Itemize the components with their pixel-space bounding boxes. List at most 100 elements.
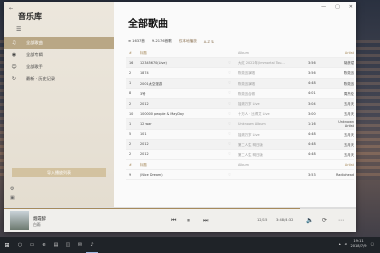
- sidebar-item-all-artists[interactable]: ☺ 全部歌手: [4, 61, 114, 73]
- next-icon[interactable]: ⏭: [203, 217, 208, 225]
- track-number: 2: [129, 101, 132, 106]
- song-title: 12 war: [140, 121, 152, 126]
- table-row[interactable]: 5 101 ♡ 摇滚万岁 Live 4:48 五月天: [126, 130, 354, 140]
- song-album: 大红 2022年(Immortal Tou...: [238, 61, 285, 66]
- progress-bar[interactable]: [4, 208, 356, 209]
- sidebar-item-label: 全部专辑: [26, 52, 43, 57]
- back-arrow-icon[interactable]: ←: [9, 6, 13, 12]
- playback-time: 3:48/4:32: [276, 218, 294, 222]
- sidebar-item-history[interactable]: ↻ 最新 · 历史记录: [4, 73, 114, 85]
- speaker-icon[interactable]: ◂: [345, 242, 347, 246]
- song-title: 2012: [140, 142, 149, 147]
- heart-icon[interactable]: ♡: [228, 122, 238, 126]
- heart-icon[interactable]: ♡: [228, 91, 238, 95]
- song-album: 摇滚万岁 Live: [238, 102, 260, 107]
- now-playing-artist: 白雨: [33, 222, 41, 227]
- close-icon[interactable]: ✕: [349, 4, 353, 10]
- window-controls: — ▢ ✕: [321, 4, 353, 10]
- sidebar-item-all-songs[interactable]: ♫ 全部歌曲: [4, 37, 114, 49]
- table-row[interactable]: 2 2012 ♡ 摇滚万岁 Live 3:04 五月天: [126, 98, 354, 110]
- song-count[interactable]: ≡ 1637首: [128, 39, 145, 44]
- minimize-icon[interactable]: —: [321, 4, 326, 10]
- song-title: 12345670(Live): [140, 60, 167, 65]
- sidebar-nav: ♫ 全部歌曲 ◉ 全部专辑 ☺ 全部歌手 ↻ 最新 · 历史记录: [4, 37, 114, 85]
- heart-icon[interactable]: ♡: [228, 112, 238, 116]
- song-artist: 胡彦斌: [343, 61, 354, 66]
- table-row[interactable]: 2 1874 ♡ 陈奕迅演唱 3:56 陈奕迅: [126, 68, 354, 79]
- collapse-icon[interactable]: ▣: [10, 195, 15, 201]
- heart-icon[interactable]: ♡: [228, 61, 238, 65]
- maximize-icon[interactable]: ▢: [335, 4, 340, 10]
- task-view-icon[interactable]: ▭: [26, 242, 38, 248]
- local-only-filter[interactable]: 仅本地播放: [179, 39, 197, 44]
- heart-icon[interactable]: ♡: [228, 71, 238, 75]
- table-row[interactable]: 9 (Nice Dream) ♡ 3:53 Radiohead: [126, 170, 354, 181]
- song-duration: 3:56: [308, 70, 316, 75]
- song-artist: 五月天: [343, 152, 354, 157]
- song-artist: 陈奕迅: [343, 71, 354, 76]
- system-tray: ▴ ◂ 19:11 2018/7/9 ▢: [339, 239, 374, 249]
- artist-icon: ☺: [11, 64, 17, 70]
- song-album: 第二人生 明日版: [238, 152, 263, 157]
- song-title: 2001太空漫游: [140, 81, 163, 86]
- album-icon: ◉: [11, 52, 17, 58]
- song-title: 2012: [140, 152, 149, 157]
- heart-icon[interactable]: ♡: [228, 102, 238, 106]
- song-album: 十万人 · 比得艾 Live: [238, 112, 270, 117]
- table-row[interactable]: 2 2012 ♡ 第二人生 明日版 4:48 五月天: [126, 150, 354, 161]
- song-title: 2012: [140, 101, 149, 106]
- store-icon[interactable]: ◫: [62, 242, 74, 248]
- start-icon[interactable]: ⊞: [0, 242, 14, 249]
- track-number: 2: [129, 70, 132, 75]
- volume-icon[interactable]: 🔈: [306, 217, 313, 224]
- song-duration: 4:48: [308, 132, 316, 137]
- library-title: 音乐库: [18, 12, 42, 21]
- player-bar: 烟霞醉 白雨 ⏮ ⏸ ⏭ 12/15 3:48/4:32 🔈 ⟳ ⋯: [4, 207, 356, 232]
- song-duration: 4:01: [308, 91, 316, 96]
- repeat-icon[interactable]: ⟳: [322, 217, 327, 224]
- table-row[interactable]: 10 100000 people & MayDay ♡ 十万人 · 比得艾 Live 3…: [126, 109, 354, 120]
- album-cover[interactable]: [10, 211, 29, 230]
- clock[interactable]: 19:11 2018/7/9: [350, 239, 366, 249]
- table-row[interactable]: 1 12 war ♡ Unknown Album 1:16 Unknown Artist: [126, 119, 354, 130]
- settings-icon[interactable]: ⚙: [10, 186, 14, 192]
- song-album: 陈奕迅演唱: [238, 81, 255, 86]
- table-row[interactable]: 1 2001太空漫游 ♡ 陈奕迅演唱 4:48 陈奕迅: [126, 78, 354, 89]
- more-icon[interactable]: ⋯: [338, 217, 344, 224]
- network-icon[interactable]: ▴: [339, 242, 341, 246]
- song-duration: 3:00: [308, 111, 316, 116]
- heart-icon[interactable]: ♡: [228, 132, 238, 136]
- song-artist: 周杰伦: [343, 91, 354, 96]
- table-row[interactable]: 2 2012 ♡ 第二人生 明日版 4:48 五月天: [126, 139, 354, 150]
- music-app-taskbar-icon[interactable]: ♪: [86, 237, 98, 253]
- table-row[interactable]: 8 3号 ♡ 陈奕迅合辑 4:01 周杰伦: [126, 89, 354, 99]
- edge-icon[interactable]: e: [38, 242, 50, 248]
- sort-button[interactable]: A-Z ⇅: [204, 40, 214, 44]
- music-app-window: ← 音乐库 ☰ ♫ 全部歌曲 ◉ 全部专辑 ☺ 全部歌手 ↻ 最新 · 历史记录…: [4, 2, 356, 232]
- heart-icon[interactable]: ♡: [228, 142, 238, 146]
- music-note-icon: ♫: [11, 40, 17, 46]
- pause-icon[interactable]: ⏸: [187, 217, 190, 225]
- heart-icon[interactable]: ♡: [228, 152, 238, 156]
- song-album: 陈奕迅合辑: [238, 91, 255, 96]
- sidebar-item-all-albums[interactable]: ◉ 全部专辑: [4, 49, 114, 61]
- table-row[interactable]: 16 12345670(Live) ♡ 大红 2022年(Immortal Tou..…: [126, 58, 354, 69]
- search-icon[interactable]: ○: [14, 242, 26, 248]
- mail-icon[interactable]: ✉: [74, 242, 86, 248]
- song-duration: 3:04: [308, 101, 316, 106]
- sidebar-item-label: 全部歌手: [26, 64, 43, 69]
- song-artist: 五月天: [343, 132, 354, 137]
- previous-icon[interactable]: ⏮: [171, 217, 176, 225]
- toolbar: ≡ 1637首 9-2176首歌 仅本地播放 A-Z ⇅: [128, 39, 214, 44]
- import-playlist-button[interactable]: 导入播放列表: [12, 168, 106, 177]
- heart-icon[interactable]: ♡: [228, 173, 238, 177]
- track-number: 1: [129, 81, 132, 86]
- notification-icon[interactable]: ▢: [371, 242, 374, 246]
- hamburger-icon[interactable]: ☰: [16, 26, 21, 33]
- heart-icon[interactable]: ♡: [228, 81, 238, 85]
- folder-icon[interactable]: ▤: [50, 242, 62, 248]
- song-duration: 4:48: [308, 81, 316, 86]
- song-album: 摇滚万岁 Live: [238, 132, 260, 137]
- progress-fill: [4, 208, 300, 209]
- filter-count[interactable]: 9-2176首歌: [152, 39, 172, 44]
